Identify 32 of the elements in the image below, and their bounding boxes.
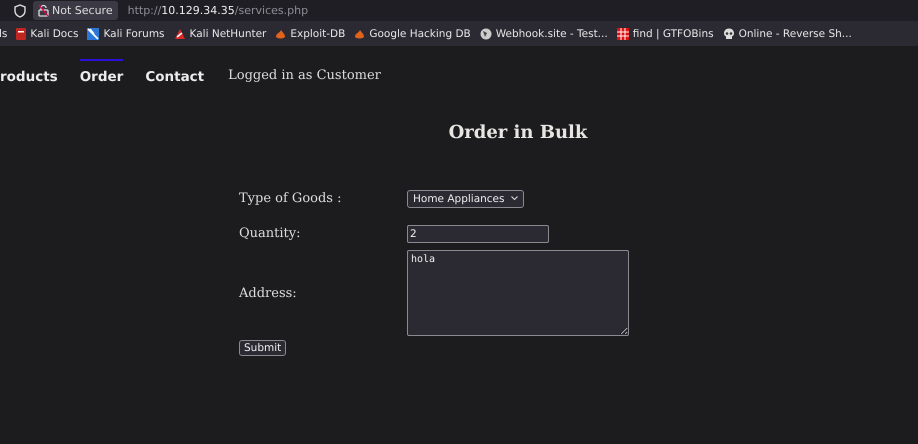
address-field[interactable]: http://10.129.34.35/services.php [128, 4, 308, 17]
login-status: Logged in as Customer [228, 66, 381, 82]
bookmark-link[interactable]: Webhook.site - Test... [480, 28, 608, 40]
nav-link[interactable]: Contact [145, 58, 204, 88]
nav-link[interactable]: roducts [0, 58, 58, 88]
bookmark-link[interactable]: Kali NetHunter [174, 28, 266, 40]
bookmark-link[interactable]: Google Hacking DB [354, 28, 471, 40]
submit-button[interactable]: Submit [239, 340, 286, 356]
bookmark-link[interactable]: Exploit-DB [275, 28, 346, 40]
goods-dropdown[interactable]: Home Appliances [407, 190, 524, 208]
flame-icon [354, 28, 366, 38]
bookmark-link[interactable]: ls [0, 28, 8, 40]
skull-icon [722, 28, 735, 40]
security-indicator[interactable]: Not Secure [33, 1, 118, 20]
bookmark-link[interactable]: Online - Reverse Sh... [722, 28, 852, 40]
document-icon [16, 28, 26, 40]
page-heading: Order in Bulk [448, 122, 589, 143]
flame-icon [275, 28, 286, 38]
grid-icon [616, 28, 629, 40]
field-label: Address: [239, 286, 298, 300]
bookmark-link[interactable]: Kali Docs [16, 28, 78, 40]
chevron-icon [510, 196, 518, 201]
field-label: Quantity: [239, 226, 302, 241]
shield-icon[interactable] [14, 4, 26, 18]
nav-link[interactable]: Order [80, 58, 124, 88]
address-field[interactable]: hola [407, 250, 629, 336]
quantity-field[interactable]: 2 [407, 224, 549, 242]
bookmark-link[interactable]: find | GTFOBins [616, 28, 714, 40]
bookmark-link[interactable]: Kali Forums [87, 28, 165, 40]
globe-icon [480, 28, 492, 40]
field-label: Type of Goods : [239, 191, 342, 206]
lock-icon [38, 4, 49, 17]
